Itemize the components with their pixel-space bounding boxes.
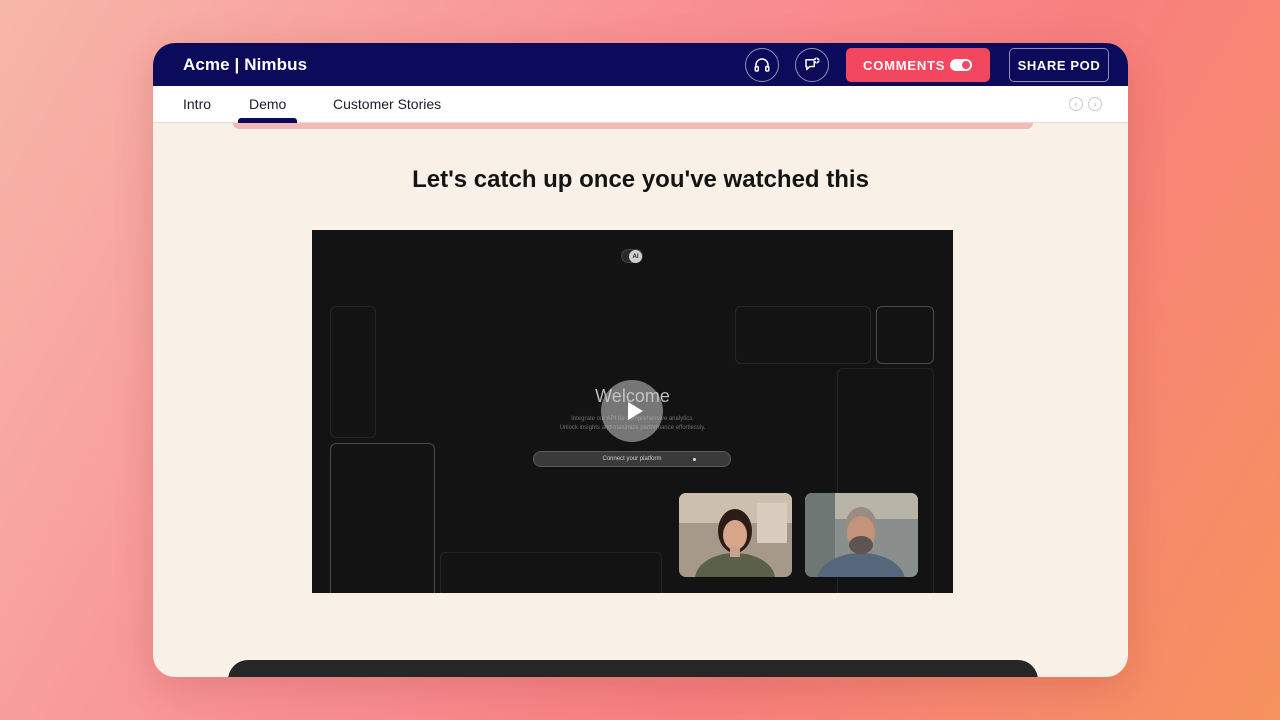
brand-title: Acme | Nimbus: [183, 55, 308, 74]
previous-section-edge: [233, 123, 1033, 129]
tab-demo[interactable]: Demo: [249, 96, 286, 112]
viewer-video-thumbnail: [805, 493, 918, 577]
chat-add-icon: [805, 57, 820, 71]
ghost-panel: [330, 443, 435, 593]
ghost-panel: [735, 306, 871, 364]
ai-toggle: AI: [621, 249, 643, 263]
woman-presenter-image: [679, 493, 792, 577]
play-icon: [628, 402, 643, 420]
chevron-left-icon[interactable]: ‹: [1069, 97, 1083, 111]
top-bar: Acme | Nimbus COMMENTS SHARE POD: [153, 43, 1128, 86]
add-comment-button[interactable]: [795, 48, 829, 82]
tab-customer-stories[interactable]: Customer Stories: [333, 96, 441, 112]
next-section-panel: [228, 660, 1038, 677]
comments-toggle-button[interactable]: COMMENTS: [846, 48, 990, 82]
tab-bar: [153, 86, 1128, 123]
tab-intro[interactable]: Intro: [183, 96, 211, 112]
presenter-video-thumbnail: [679, 493, 792, 577]
tab-scroll-arrows: ‹ ›: [1069, 97, 1102, 111]
share-pod-button[interactable]: SHARE POD: [1009, 48, 1109, 82]
comments-toggle-switch[interactable]: [950, 59, 972, 71]
demo-video-player[interactable]: AI Welcome Integrate our API for compreh…: [312, 230, 953, 593]
support-button[interactable]: [745, 48, 779, 82]
ghost-panel: [440, 552, 662, 593]
comments-label: COMMENTS: [863, 57, 946, 73]
play-button[interactable]: [601, 380, 663, 442]
section-headline: Let's catch up once you've watched this: [412, 166, 869, 193]
video-connect-button: Connect your platform: [533, 451, 731, 467]
headphones-icon: [754, 58, 770, 72]
app-window: Acme | Nimbus COMMENTS SHARE POD Intro D…: [153, 43, 1128, 677]
ai-badge: AI: [629, 250, 642, 263]
chevron-right-icon[interactable]: ›: [1088, 97, 1102, 111]
ghost-panel: [876, 306, 934, 364]
man-viewer-image: [805, 493, 918, 577]
